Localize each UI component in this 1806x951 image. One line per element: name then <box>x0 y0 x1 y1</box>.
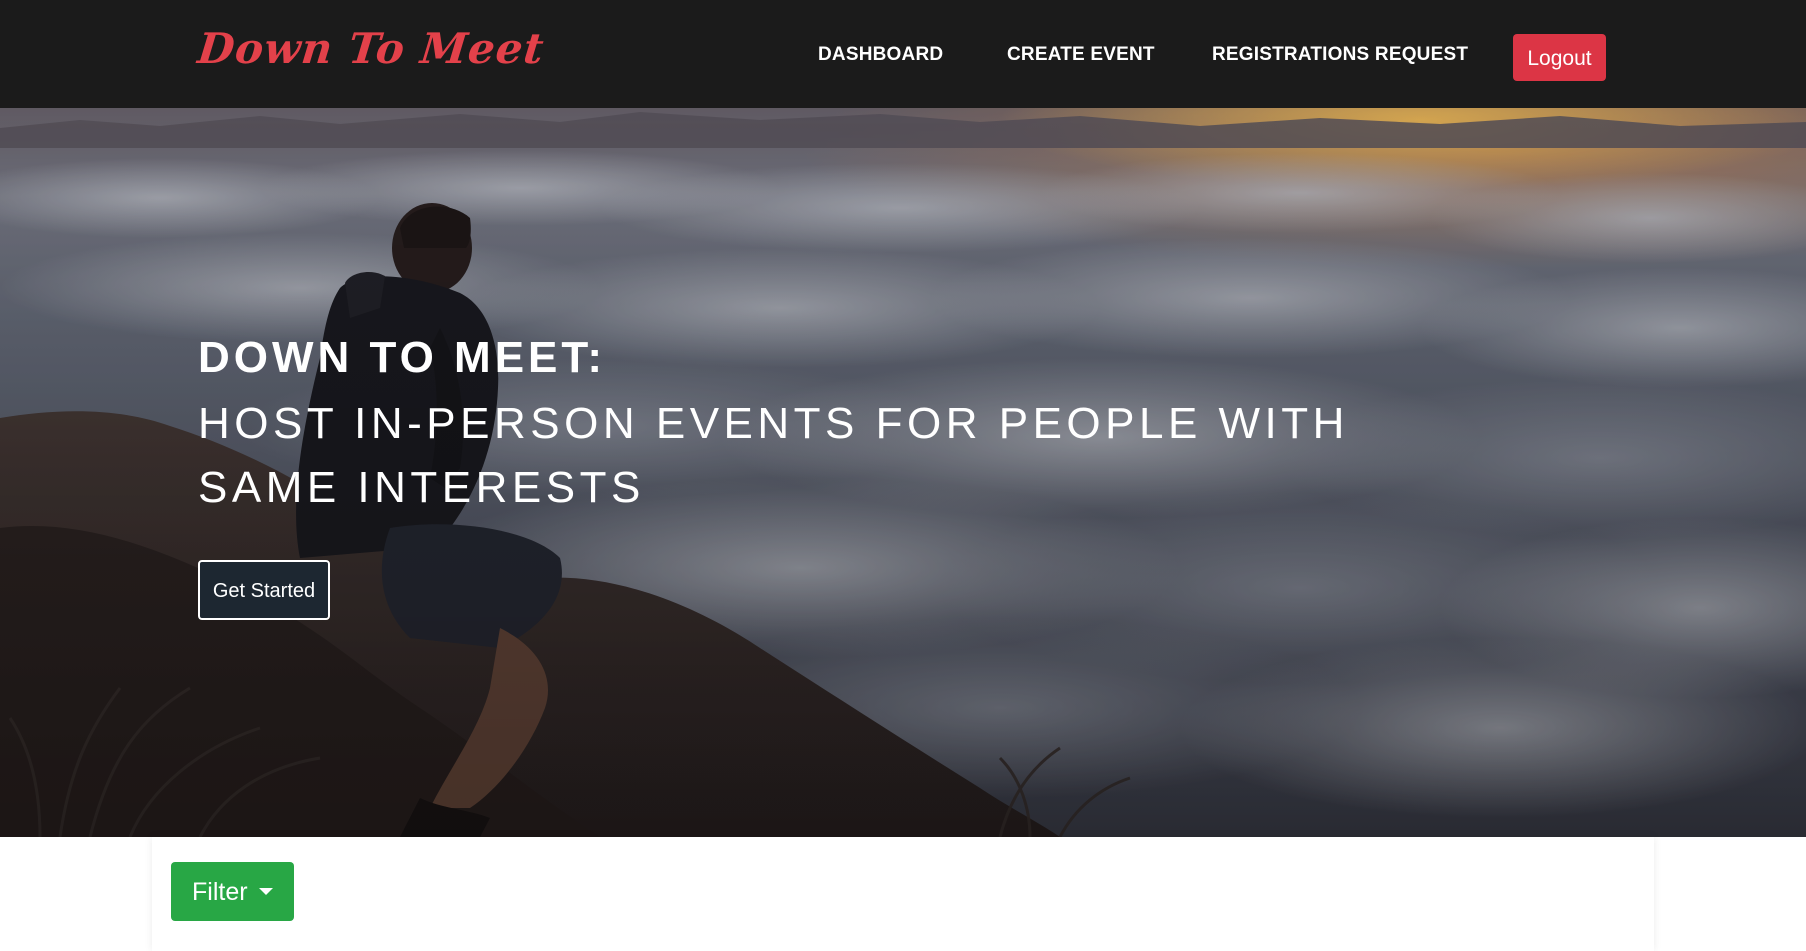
filter-label: Filter <box>192 878 248 906</box>
nav-link-registrations-request[interactable]: REGISTRATIONS REQUEST <box>1212 44 1468 66</box>
get-started-button[interactable]: Get Started <box>198 560 330 620</box>
hero-title: DOWN TO MEET: <box>198 333 607 382</box>
brand-logo[interactable]: Down To Meet <box>195 24 546 73</box>
nav-link-dashboard[interactable]: DASHBOARD <box>818 44 943 66</box>
filter-dropdown-button[interactable]: Filter <box>171 862 294 921</box>
navbar: Down To Meet DASHBOARD CREATE EVENT REGI… <box>0 0 1806 108</box>
events-panel <box>152 837 1654 951</box>
hero-subtitle: HOST IN-PERSON EVENTS FOR PEOPLE WITH SA… <box>198 399 1349 512</box>
logout-button[interactable]: Logout <box>1513 34 1606 81</box>
hero-banner: DOWN TO MEET: HOST IN-PERSON EVENTS FOR … <box>0 108 1806 837</box>
caret-down-icon <box>259 888 273 895</box>
nav-link-create-event[interactable]: CREATE EVENT <box>1007 44 1155 66</box>
